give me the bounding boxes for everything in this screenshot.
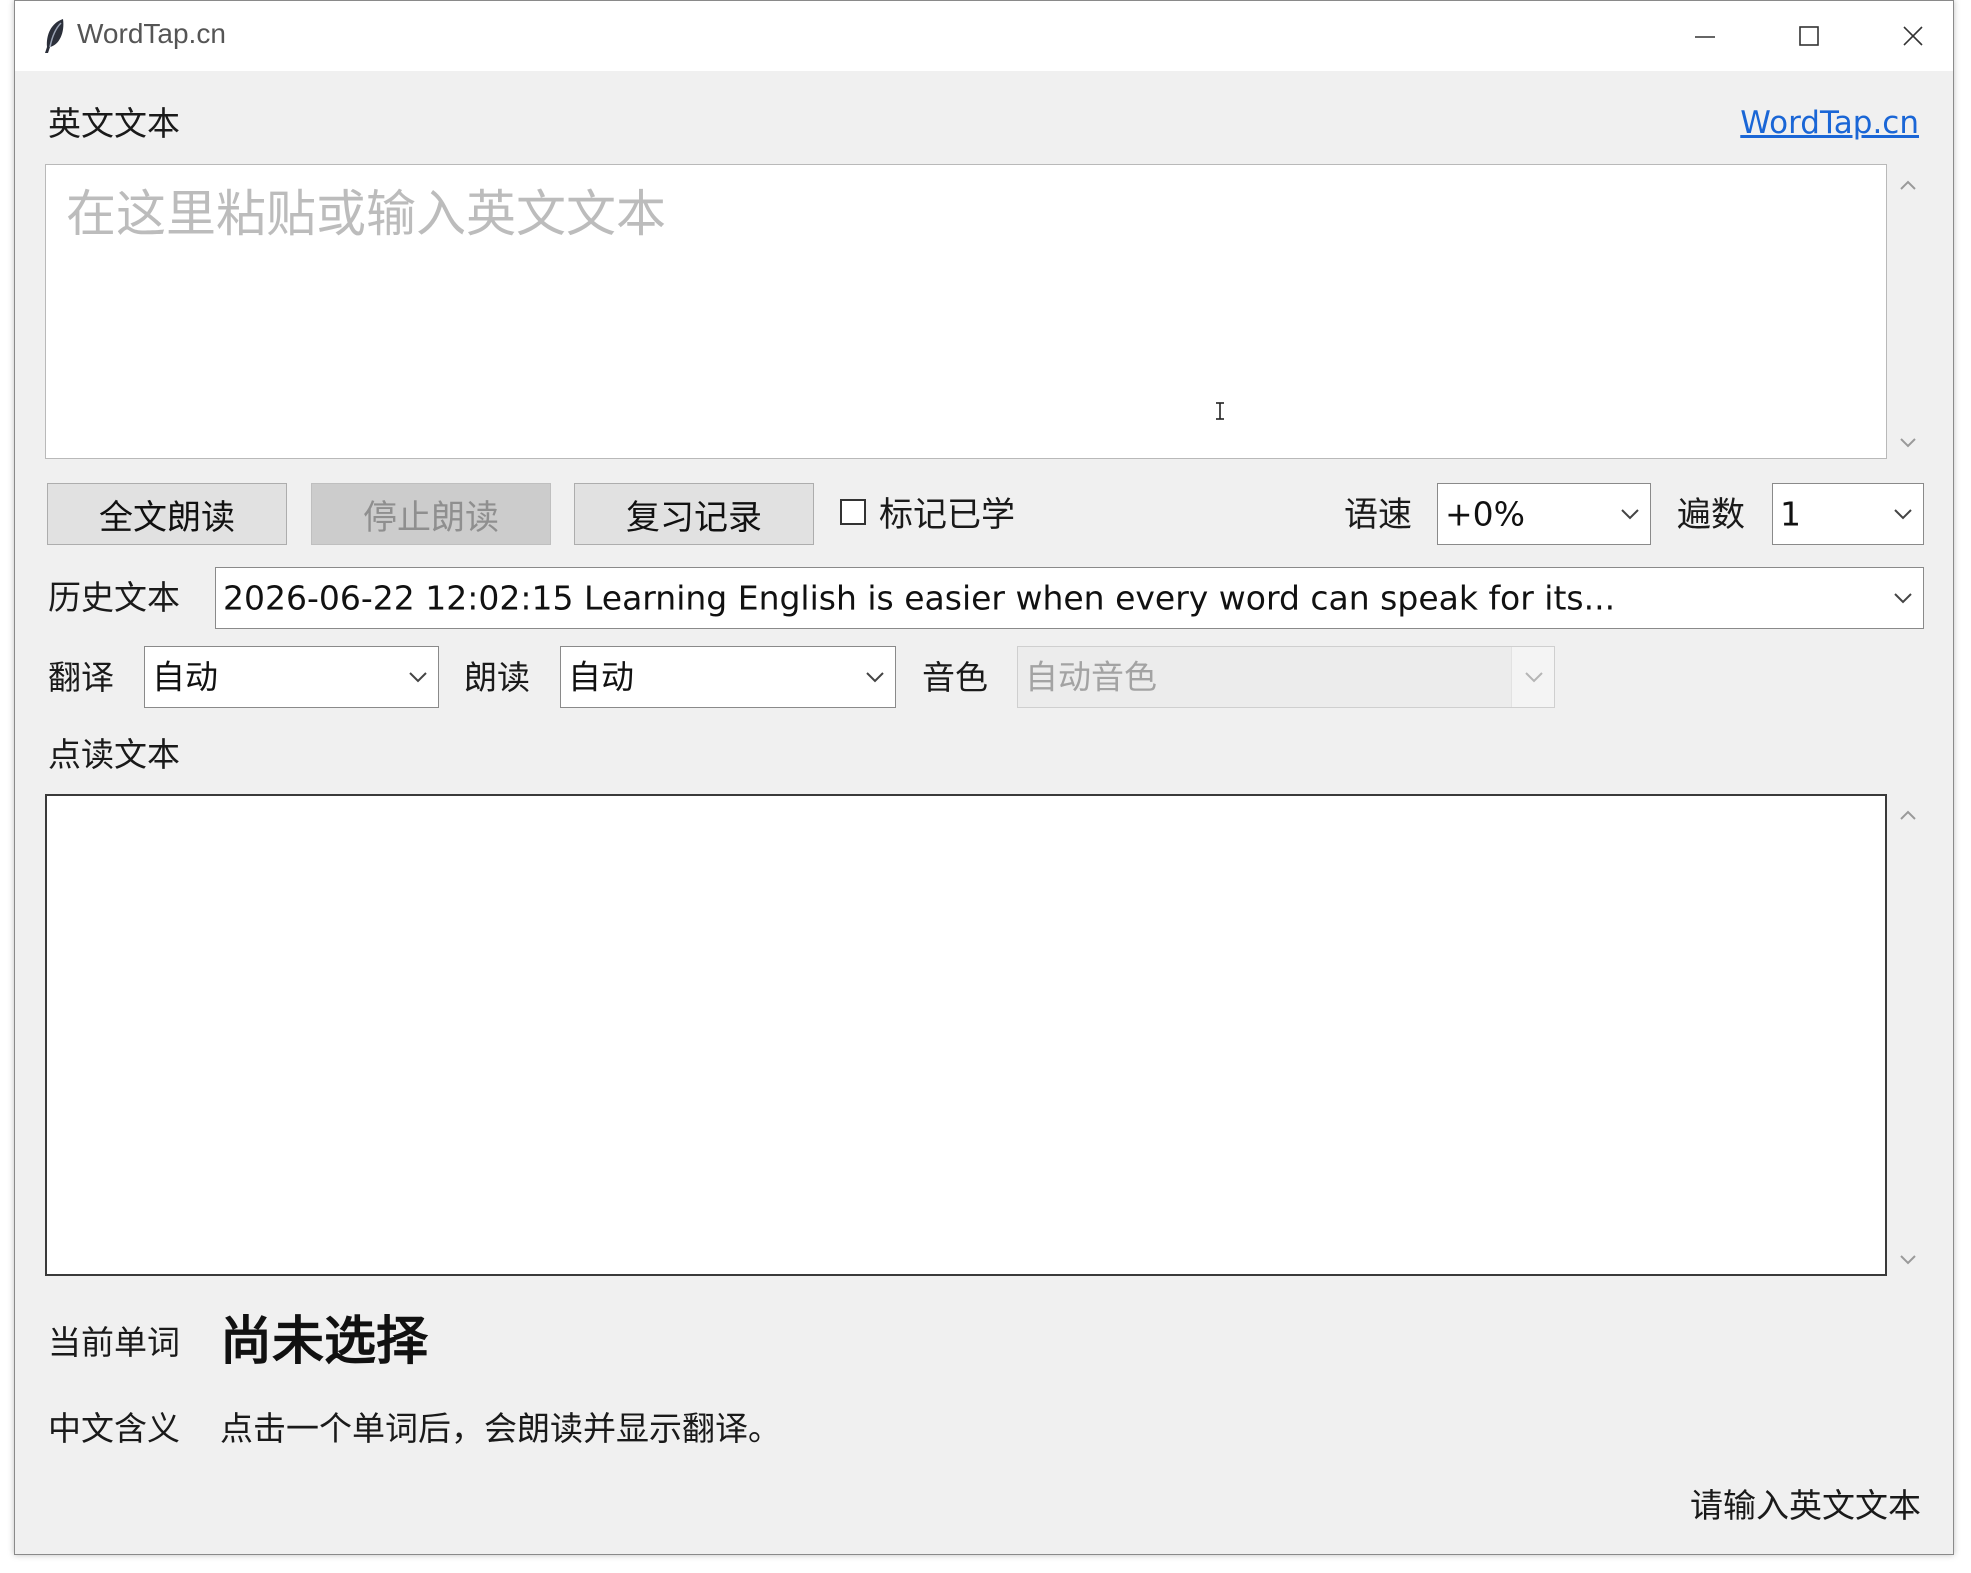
tap-text-area[interactable]	[45, 794, 1887, 1276]
english-scroll-up-icon[interactable]	[1893, 173, 1923, 197]
mark-learned-label: 标记已学	[879, 495, 1015, 535]
voice-select[interactable]: 自动音色	[1017, 646, 1555, 708]
current-word-label: 当前单词	[48, 1323, 180, 1362]
translate-value: 自动	[152, 657, 218, 697]
repeat-select[interactable]: 1	[1772, 483, 1924, 545]
tap-scroll-up-icon[interactable]	[1893, 803, 1923, 827]
speed-select[interactable]: +0%	[1437, 483, 1651, 545]
chevron-down-icon	[1889, 588, 1917, 608]
chevron-down-icon	[404, 667, 432, 687]
feather-icon	[45, 19, 64, 53]
stop-read-button[interactable]: 停止朗读	[311, 483, 551, 545]
voice-value: 自动音色	[1025, 657, 1157, 697]
speed-label: 语速	[1344, 495, 1412, 535]
chevron-down-icon	[1520, 667, 1548, 687]
english-text-input[interactable]: 在这里粘贴或输入英文文本	[45, 164, 1887, 459]
speed-value: +0%	[1445, 494, 1526, 534]
read-all-button[interactable]: 全文朗读	[47, 483, 287, 545]
history-label: 历史文本	[48, 578, 180, 617]
history-value: 2026-06-22 12:02:15 Learning English is …	[223, 578, 1616, 618]
meaning-value: 点击一个单词后，会朗读并显示翻译。	[220, 1409, 781, 1448]
read-mode-label: 朗读	[464, 658, 530, 697]
english-text-label: 英文文本	[48, 104, 180, 143]
translate-label: 翻译	[48, 658, 114, 697]
english-text-placeholder: 在这里粘贴或输入英文文本	[66, 185, 666, 243]
title-bar[interactable]: WordTap.cn	[15, 1, 1953, 71]
chevron-down-icon	[861, 667, 889, 687]
current-word-value: 尚未选择	[220, 1312, 429, 1372]
history-select[interactable]: 2026-06-22 12:02:15 Learning English is …	[215, 567, 1924, 629]
status-text: 请输入英文文本	[1690, 1486, 1921, 1525]
chevron-down-icon	[1616, 504, 1644, 524]
english-scroll-down-icon[interactable]	[1893, 431, 1923, 455]
app-window: WordTap.cn 英文文本 WordTap.cn 在这里粘贴或输入英文文本	[14, 0, 1954, 1555]
wordtap-link[interactable]: WordTap.cn	[1740, 108, 1919, 139]
repeat-value: 1	[1780, 494, 1801, 534]
read-mode-value: 自动	[568, 657, 634, 697]
window-title: WordTap.cn	[77, 18, 226, 49]
tap-text-label: 点读文本	[48, 735, 180, 774]
translate-select[interactable]: 自动	[144, 646, 439, 708]
tap-scroll-down-icon[interactable]	[1893, 1248, 1923, 1272]
chevron-down-icon	[1889, 504, 1917, 524]
mark-learned-checkbox[interactable]	[840, 499, 866, 525]
maximize-button[interactable]	[1759, 1, 1859, 71]
review-history-button[interactable]: 复习记录	[574, 483, 814, 545]
voice-label: 音色	[922, 658, 988, 697]
minimize-button[interactable]	[1655, 1, 1755, 71]
text-cursor-icon	[1216, 402, 1224, 420]
minimize-icon	[1695, 36, 1715, 38]
close-button[interactable]	[1863, 1, 1953, 71]
meaning-label: 中文含义	[48, 1409, 180, 1448]
close-icon	[1903, 26, 1923, 46]
read-mode-select[interactable]: 自动	[560, 646, 896, 708]
repeat-label: 遍数	[1677, 495, 1745, 535]
maximize-icon	[1799, 26, 1819, 46]
